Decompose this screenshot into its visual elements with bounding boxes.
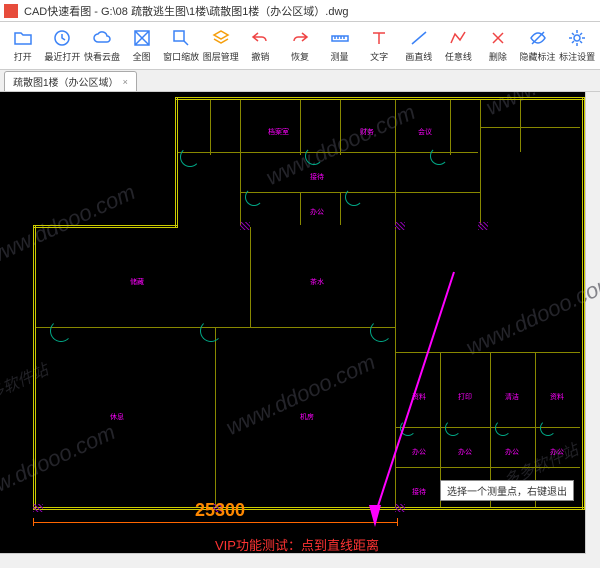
room-label: 档案室 [268,127,289,137]
annotation-arrow [376,272,455,510]
tool-label: 删除 [489,50,507,63]
room-label: 机房 [300,412,314,422]
tabbar: 疏散图1楼（办公区域） × [0,70,600,92]
undo-button[interactable]: 撤销 [242,24,280,68]
tool-label: 任意线 [445,50,472,63]
room-label: 办公 [505,447,519,457]
room-label: 清洁 [505,392,519,402]
room-label: 接待 [412,487,426,497]
tool-label: 画直线 [405,50,432,63]
vip-message: VIP功能测试：点到直线距离 [215,535,379,554]
dimension-text: 25300 [195,500,245,521]
recent-icon [52,28,72,48]
room-label: 办公 [310,207,324,217]
room-label: 办公 [412,447,426,457]
polyline-button[interactable]: 任意线 [440,24,478,68]
tool-label: 最近打开 [44,50,80,63]
toolbar: 打开最近打开快看云盘全图窗口缩放图层管理撤销 恢复 测量 文字 画直线任意线 删除隐藏标注… [0,22,600,70]
room-label: 办公 [458,447,472,457]
line-icon [409,28,429,48]
measure-icon [330,28,350,48]
tool-label: 隐藏标注 [520,50,556,63]
tool-label: 打开 [14,50,32,63]
window-zoom-icon [171,28,191,48]
tool-label: 恢复 [291,50,309,63]
hide-annot-icon [528,28,548,48]
room-label: 休息 [110,412,124,422]
tool-label: 标注设置 [559,50,595,63]
room-label: 茶水 [310,277,324,287]
undo-icon [250,28,270,48]
room-label: 储藏 [130,277,144,287]
tab-active[interactable]: 疏散图1楼（办公区域） × [4,71,137,91]
measure-button[interactable]: 测量 [321,24,359,68]
titlebar: CAD快速看图 - G:\08 疏散逃生图\1楼\疏散图1楼（办公区域）.dwg [0,0,600,22]
cad-drawing: 档案室 财务 会议 接待 办公 储藏 茶水 休息 机房 资料 打印 清洁 资料 … [0,92,600,568]
tool-label: 文字 [370,50,388,63]
tool-label: 快看云盘 [84,50,120,63]
restore-button[interactable]: 恢复 [281,24,319,68]
line-button[interactable]: 画直线 [400,24,438,68]
tool-label: 全图 [133,50,151,63]
room-label: 打印 [458,392,472,402]
window-zoom-button[interactable]: 窗口缩放 [162,24,200,68]
delete-button[interactable]: 删除 [479,24,517,68]
delete-icon [488,28,508,48]
annot-settings-button[interactable]: 标注设置 [558,24,596,68]
polyline-icon [448,28,468,48]
app-icon [4,4,18,18]
arrow-head-icon [369,505,381,527]
room-label: 资料 [550,392,564,402]
open-button[interactable]: 打开 [4,24,42,68]
text-button[interactable]: 文字 [360,24,398,68]
watermark-cn: 多多软件站 [0,556,51,568]
measure-tooltip: 选择一个测量点，右键退出 [440,480,574,501]
cloud-icon [92,28,112,48]
room-label: 办公 [550,447,564,457]
recent-button[interactable]: 最近打开 [44,24,82,68]
annot-settings-icon [567,28,587,48]
room-label: 财务 [360,127,374,137]
full-icon [132,28,152,48]
open-icon [13,28,33,48]
close-icon[interactable]: × [123,77,128,87]
tool-label: 撤销 [251,50,269,63]
layers-button[interactable]: 图层管理 [202,24,240,68]
tab-label: 疏散图1楼（办公区域） [13,74,119,89]
full-button[interactable]: 全图 [123,24,161,68]
room-label: 会议 [418,127,432,137]
hide-annot-button[interactable]: 隐藏标注 [519,24,557,68]
cloud-button[interactable]: 快看云盘 [83,24,121,68]
text-icon [369,28,389,48]
tool-label: 测量 [331,50,349,63]
tool-label: 窗口缩放 [163,50,199,63]
restore-icon [290,28,310,48]
room-label: 接待 [310,172,324,182]
window-title: CAD快速看图 - G:\08 疏散逃生图\1楼\疏散图1楼（办公区域）.dwg [24,3,349,19]
layers-icon [211,28,231,48]
tool-label: 图层管理 [203,50,239,63]
drawing-canvas[interactable]: www.ddooo.com www.ddooo.com www.ddooo.co… [0,92,600,568]
